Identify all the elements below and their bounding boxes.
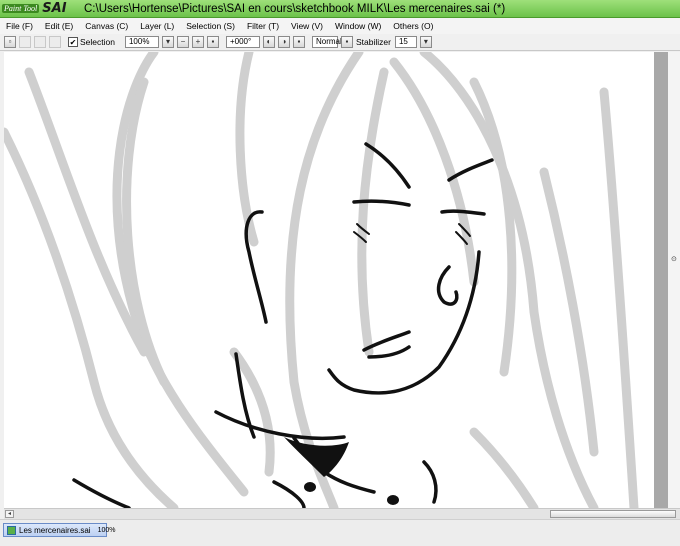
undo-button[interactable] <box>34 36 46 48</box>
canvas-artwork <box>4 52 639 508</box>
minus-icon: − <box>180 37 186 46</box>
zoom-reset-button[interactable]: ▪ <box>206 36 219 48</box>
rotate-reset-icon: ▪ <box>297 37 301 46</box>
menu-canvas[interactable]: Canvas (C) <box>85 21 128 31</box>
zoom-dropdown-icon: ▾ <box>165 37 170 46</box>
selection-checkbox[interactable]: ✔ <box>68 37 78 47</box>
deselect-icon: ▫ <box>8 37 12 46</box>
stabilizer-dropdown-button[interactable]: ▾ <box>419 36 432 48</box>
plus-icon: + <box>195 37 201 46</box>
rotate-right-icon: ◑ <box>281 37 287 46</box>
navigator-panel-edge: ⊙ <box>654 52 680 508</box>
toolbar: ▫ ✔ Selection 100% ▾ − + ▪ +000° ◐ ◑ ▪ N… <box>0 34 680 51</box>
stabilizer-field[interactable]: 15 <box>394 36 417 48</box>
document-tab-bar: Les mercenaires.sai 100% <box>0 519 680 546</box>
horizontal-scrollbar[interactable]: ◂ <box>4 508 680 519</box>
menu-layer[interactable]: Layer (L) <box>140 21 174 31</box>
blend-mode-select[interactable]: Normal <box>311 36 342 48</box>
zoom-in-button[interactable]: + <box>191 36 204 48</box>
dropdown-icon: ▾ <box>423 37 428 46</box>
flip-icon: ▪ <box>345 37 349 46</box>
drawing-canvas[interactable] <box>4 52 654 508</box>
menu-filter[interactable]: Filter (T) <box>247 21 279 31</box>
title-bar: Paint Tool SAI C:\Users\Hortense\Picture… <box>0 0 680 18</box>
invert-selection-button[interactable] <box>19 36 31 48</box>
deselect-button[interactable]: ▫ <box>4 36 16 48</box>
navigator-handle-icon[interactable]: ⊙ <box>671 255 677 263</box>
document-tab[interactable]: Les mercenaires.sai 100% <box>3 523 116 537</box>
menu-window[interactable]: Window (W) <box>335 21 381 31</box>
menu-selection[interactable]: Selection (S) <box>186 21 235 31</box>
menu-others[interactable]: Others (O) <box>393 21 433 31</box>
scroll-thumb[interactable] <box>550 510 676 518</box>
logo-paint-text: Paint Tool <box>2 4 40 13</box>
menu-bar: File (F) Edit (E) Canvas (C) Layer (L) S… <box>0 18 680 34</box>
menu-view[interactable]: View (V) <box>291 21 323 31</box>
flip-button[interactable]: ▪ <box>340 36 353 48</box>
document-tab-name: Les mercenaires.sai <box>19 525 91 535</box>
rotate-right-button[interactable]: ◑ <box>277 36 290 48</box>
menu-edit[interactable]: Edit (E) <box>45 21 73 31</box>
reset-icon: ▪ <box>211 37 215 46</box>
document-icon <box>7 525 16 535</box>
logo-sai-text: SAI <box>42 1 67 16</box>
zoom-dropdown-button[interactable]: ▾ <box>161 36 174 48</box>
zoom-field[interactable]: 100% <box>124 36 159 48</box>
selection-label: Selection <box>80 37 115 47</box>
window-title: C:\Users\Hortense\Pictures\SAI en cours\… <box>84 2 506 15</box>
menu-file[interactable]: File (F) <box>6 21 33 31</box>
rotate-left-button[interactable]: ◐ <box>262 36 275 48</box>
navigator-strip[interactable]: ⊙ <box>668 52 680 508</box>
stabilizer-label: Stabilizer <box>355 37 391 47</box>
rotation-field[interactable]: +000° <box>225 36 260 48</box>
zoom-out-button[interactable]: − <box>176 36 189 48</box>
redo-button[interactable] <box>49 36 61 48</box>
document-tab-zoom: 100% <box>97 526 116 534</box>
rotate-left-icon: ◐ <box>266 37 272 46</box>
scroll-left-icon[interactable]: ◂ <box>5 510 14 518</box>
rotate-reset-button[interactable]: ▪ <box>292 36 305 48</box>
app-logo: Paint Tool SAI <box>2 1 78 17</box>
